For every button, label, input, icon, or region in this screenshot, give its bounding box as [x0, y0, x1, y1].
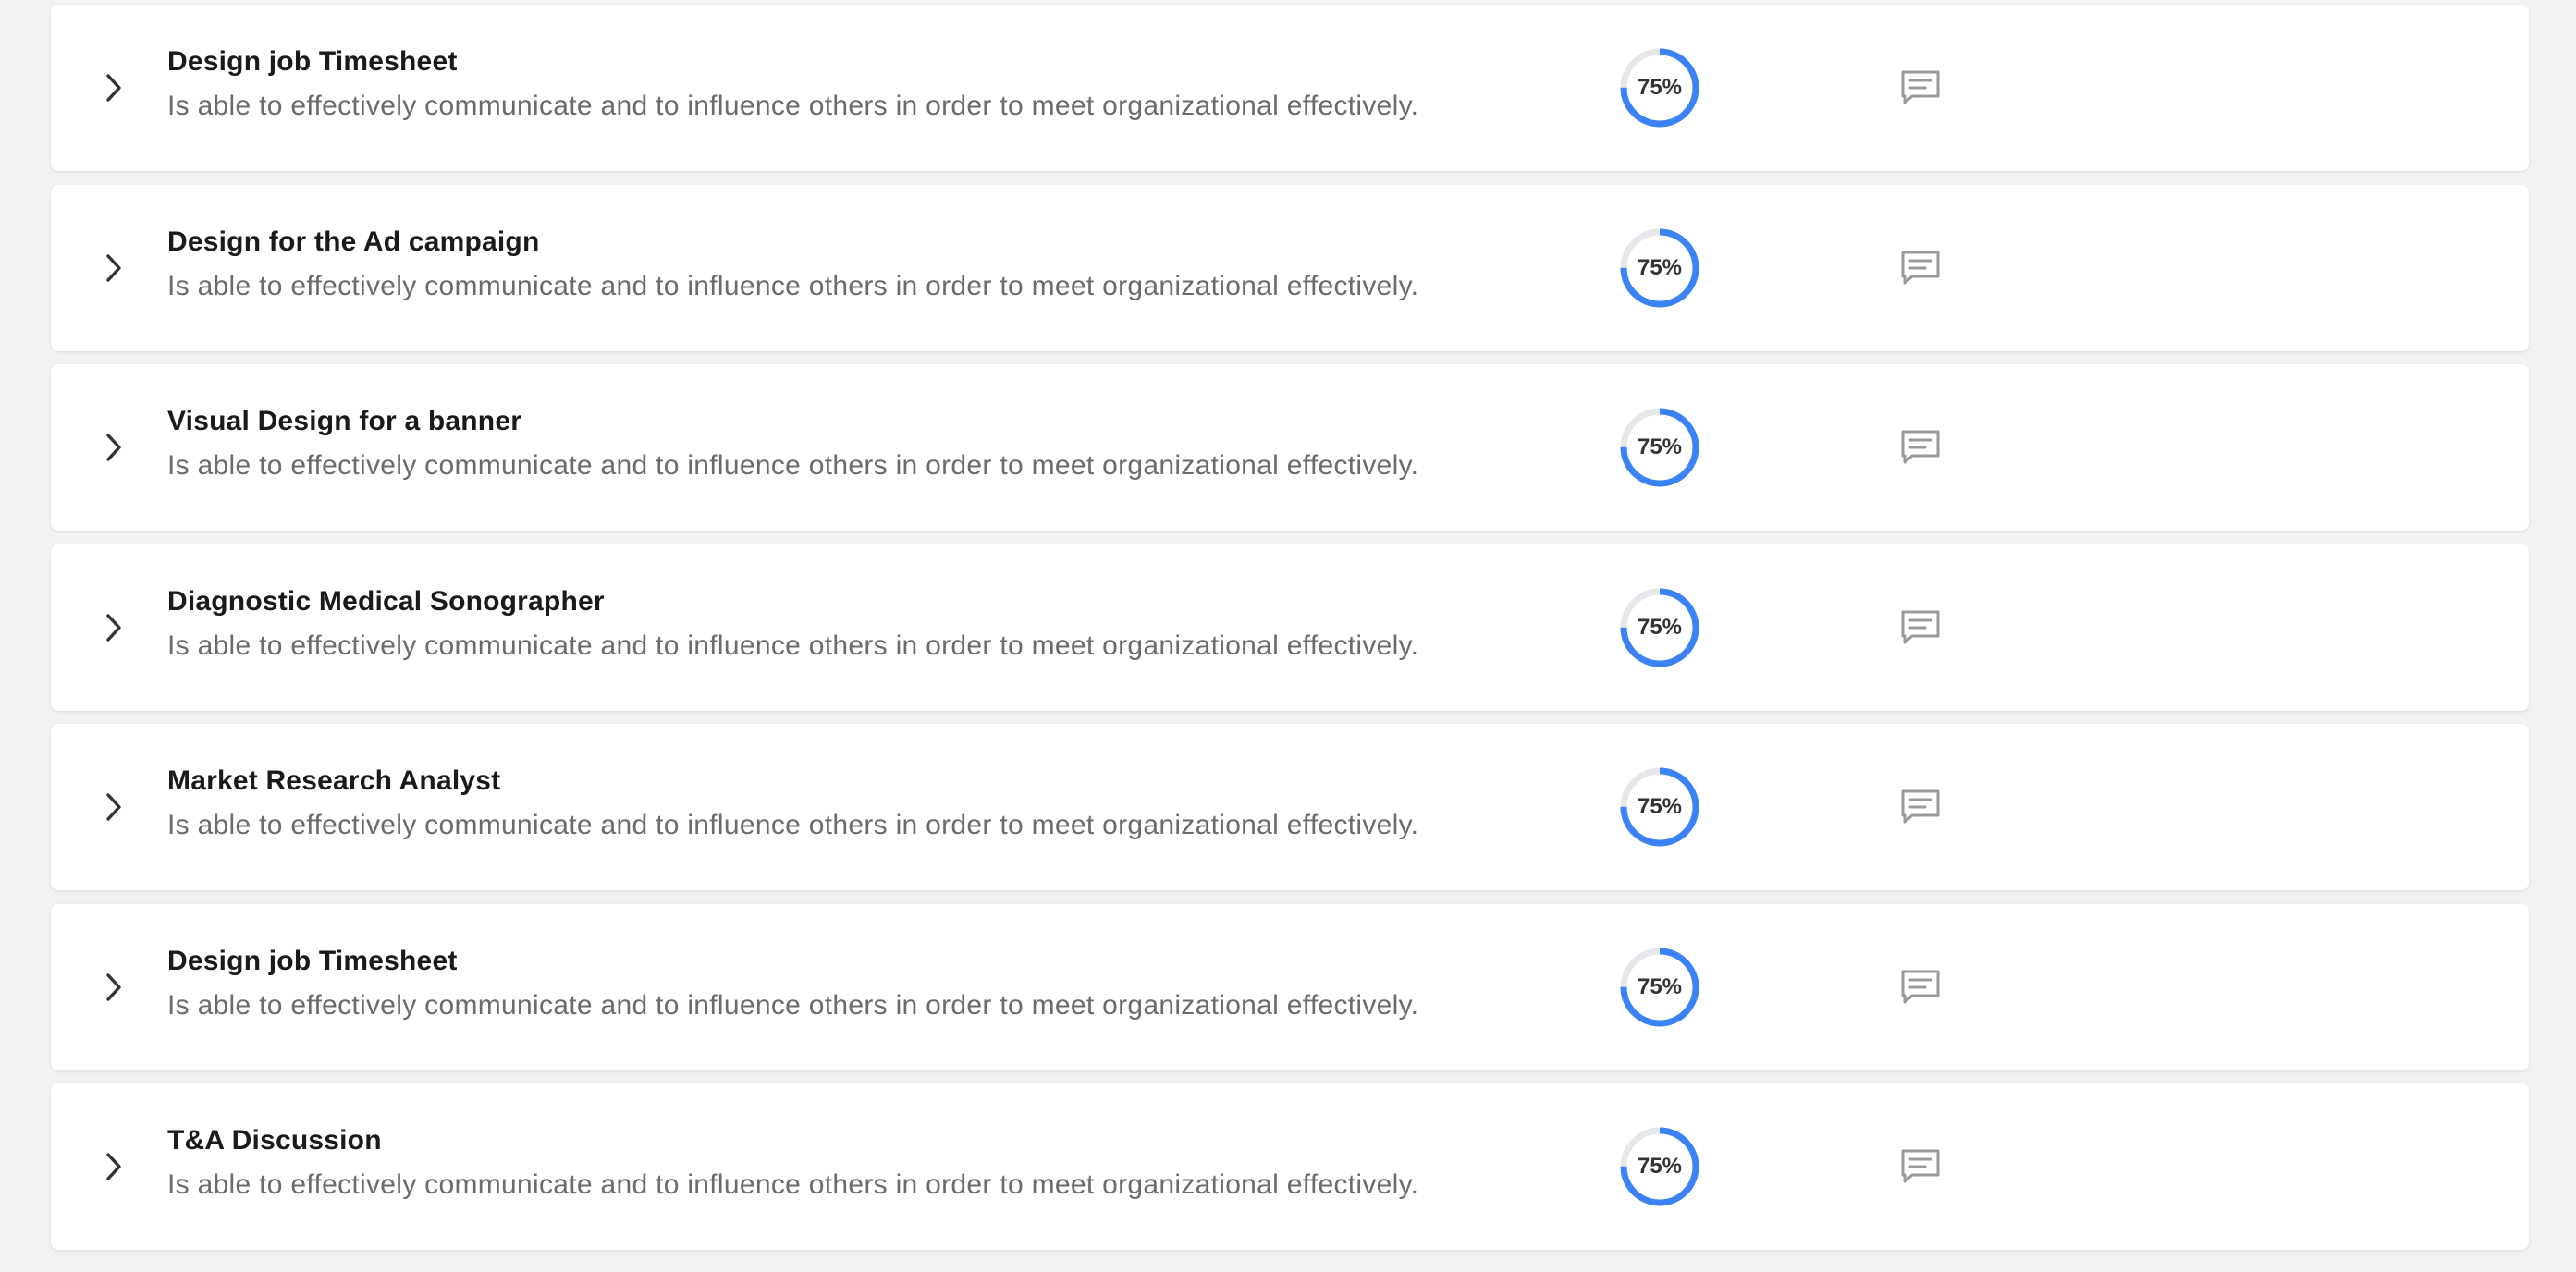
item-description: Is able to effectively communicate and t… — [167, 810, 1419, 840]
list-item[interactable]: Design for the Ad campaign Is able to ef… — [51, 184, 2529, 351]
progress-label: 75% — [1637, 254, 1683, 280]
comment-icon[interactable] — [1899, 67, 1942, 110]
chevron-right-icon[interactable] — [92, 246, 136, 290]
item-text: Design job Timesheet Is able to effectiv… — [167, 945, 1610, 1022]
progress-label: 75% — [1637, 75, 1683, 100]
chevron-right-icon[interactable] — [92, 785, 136, 829]
progress-ring: 75% — [1616, 764, 1703, 850]
list-item[interactable]: Visual Design for a banner Is able to ef… — [51, 364, 2529, 531]
chevron-right-icon[interactable] — [92, 66, 136, 110]
comment-icon[interactable] — [1899, 248, 1942, 290]
progress-ring: 75% — [1616, 944, 1703, 1031]
item-text: Visual Design for a banner Is able to ef… — [167, 405, 1610, 483]
progress-label: 75% — [1637, 434, 1683, 459]
item-text: Diagnostic Medical Sonographer Is able t… — [167, 585, 1610, 663]
progress-label: 75% — [1637, 973, 1683, 999]
progress-label: 75% — [1637, 794, 1683, 819]
competency-list: Design job Timesheet Is able to effectiv… — [51, 5, 2529, 1264]
item-title: Market Research Analyst — [167, 765, 501, 796]
item-description: Is able to effectively communicate and t… — [167, 450, 1419, 481]
item-text: Design job Timesheet Is able to effectiv… — [167, 45, 1610, 123]
item-description: Is able to effectively communicate and t… — [167, 91, 1419, 121]
comment-icon[interactable] — [1899, 607, 1942, 650]
list-item[interactable]: Design job Timesheet Is able to effectiv… — [51, 903, 2529, 1070]
item-title: Diagnostic Medical Sonographer — [167, 585, 605, 617]
progress-label: 75% — [1637, 614, 1683, 640]
chevron-right-icon[interactable] — [92, 1144, 136, 1189]
item-description: Is able to effectively communicate and t… — [167, 630, 1419, 661]
item-text: T&A Discussion Is able to effectively co… — [167, 1124, 1610, 1202]
progress-ring: 75% — [1616, 584, 1703, 671]
progress-ring: 75% — [1616, 44, 1703, 131]
item-text: Market Research Analyst Is able to effec… — [167, 764, 1610, 842]
item-description: Is able to effectively communicate and t… — [167, 989, 1419, 1021]
item-description: Is able to effectively communicate and t… — [167, 270, 1419, 301]
progress-ring: 75% — [1616, 1123, 1703, 1210]
item-text: Design for the Ad campaign Is able to ef… — [167, 226, 1610, 303]
list-item[interactable]: Market Research Analyst Is able to effec… — [51, 724, 2529, 890]
chevron-right-icon[interactable] — [92, 605, 136, 650]
comment-icon[interactable] — [1899, 427, 1942, 470]
chevron-right-icon[interactable] — [92, 425, 136, 470]
chevron-right-icon[interactable] — [92, 965, 136, 1009]
progress-label: 75% — [1637, 1154, 1683, 1179]
item-title: Design job Timesheet — [167, 945, 458, 976]
item-title: Visual Design for a banner — [167, 406, 522, 436]
comment-icon[interactable] — [1899, 967, 1942, 1009]
list-item[interactable]: Diagnostic Medical Sonographer Is able t… — [51, 544, 2529, 711]
list-item[interactable]: Design job Timesheet Is able to effectiv… — [51, 5, 2529, 171]
item-description: Is able to effectively communicate and t… — [167, 1169, 1419, 1200]
progress-ring: 75% — [1616, 225, 1703, 312]
comment-icon[interactable] — [1899, 787, 1942, 829]
item-title: Design job Timesheet — [167, 46, 458, 77]
list-item[interactable]: T&A Discussion Is able to effectively co… — [51, 1083, 2529, 1250]
progress-ring: 75% — [1616, 404, 1703, 491]
item-title: Design for the Ad campaign — [167, 226, 540, 257]
item-title: T&A Discussion — [167, 1125, 382, 1156]
comment-icon[interactable] — [1899, 1146, 1942, 1189]
